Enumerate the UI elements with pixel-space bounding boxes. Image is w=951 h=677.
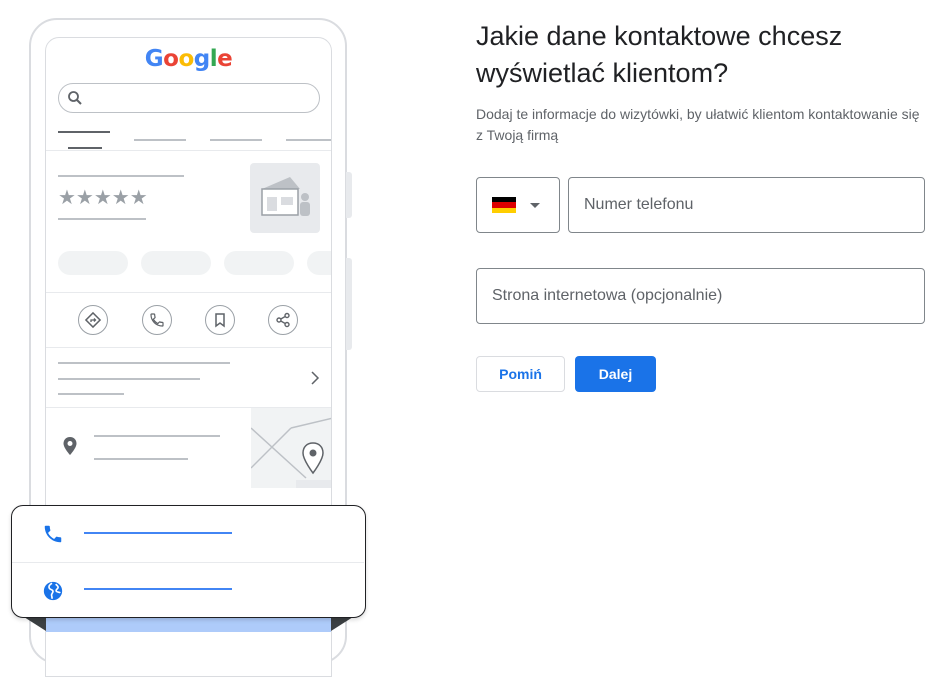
location-pin-icon <box>63 437 77 455</box>
phone-placeholder-line <box>84 532 232 534</box>
phone-icon <box>44 525 62 543</box>
store-thumbnail <box>250 163 320 233</box>
phone-number-input[interactable] <box>569 178 924 232</box>
directions-icon <box>78 305 108 335</box>
next-button[interactable]: Dalej <box>575 356 656 392</box>
phone-number-field[interactable] <box>568 177 925 233</box>
illustration-chip <box>58 251 128 275</box>
globe-icon <box>43 581 63 601</box>
share-icon <box>268 305 298 335</box>
card-shadow <box>24 617 353 631</box>
map-pin-icon <box>250 417 331 490</box>
page-title: Jakie dane kontaktowe chcesz wyświetlać … <box>476 21 843 88</box>
logo-letter: o <box>178 46 194 72</box>
contact-info-popup <box>11 505 366 618</box>
phone-side-button <box>346 258 352 350</box>
illustration-tab <box>210 139 262 141</box>
divider <box>46 150 331 151</box>
illustration-tab <box>134 139 186 141</box>
skip-button[interactable]: Pomiń <box>476 356 565 392</box>
logo-letter: l <box>209 46 218 72</box>
illustration-search-bar <box>58 83 320 113</box>
logo-letter: g <box>193 46 210 72</box>
illustration-text-line <box>58 378 200 380</box>
illustration-text-line <box>58 393 124 395</box>
country-code-select[interactable] <box>476 177 560 233</box>
website-placeholder-line <box>84 588 232 590</box>
logo-letter: e <box>217 46 233 72</box>
store-icon <box>261 177 310 216</box>
website-field[interactable] <box>476 268 925 324</box>
illustration-text-line <box>94 458 188 460</box>
phone-icon <box>142 305 172 335</box>
star-rating: ★★★★★ <box>58 187 148 209</box>
divider <box>12 562 364 563</box>
illustration-tab <box>286 139 331 141</box>
website-input[interactable] <box>477 269 924 323</box>
germany-flag-icon <box>492 197 516 214</box>
search-icon <box>68 91 82 105</box>
phone-side-button <box>346 172 352 218</box>
chevron-down-icon <box>530 203 540 208</box>
illustration-chip <box>141 251 211 275</box>
illustration-tab-active <box>58 131 110 133</box>
illustration-chip <box>224 251 294 275</box>
map-thumbnail <box>250 408 331 490</box>
logo-letter: G <box>144 46 164 72</box>
illustration-tab-indicator <box>68 147 102 149</box>
chevron-right-icon <box>311 371 320 385</box>
illustration-text-line <box>58 175 184 177</box>
google-logo: Google <box>46 46 331 72</box>
illustration-text-line <box>58 218 146 220</box>
illustration-text-line <box>58 362 230 364</box>
illustration-chip <box>307 251 331 275</box>
illustration-text-line <box>94 435 220 437</box>
divider <box>46 347 331 348</box>
bookmark-icon <box>205 305 235 335</box>
divider <box>46 292 331 293</box>
logo-letter: o <box>163 46 179 72</box>
page-subtitle: Dodaj te informacje do wizytówki, by uła… <box>476 106 920 143</box>
